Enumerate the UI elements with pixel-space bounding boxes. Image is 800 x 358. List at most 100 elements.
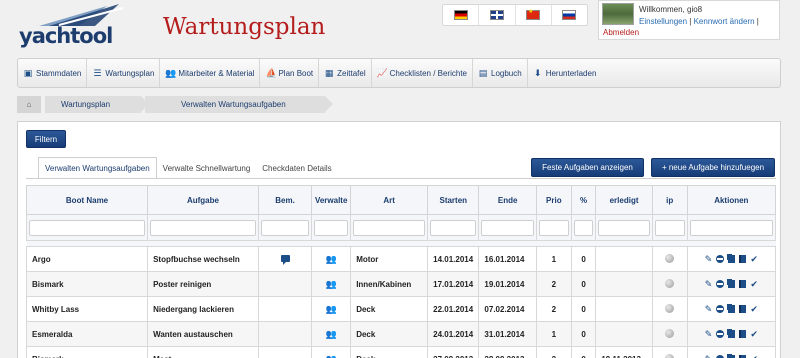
remark-cell (257, 346, 313, 358)
remark-cell (257, 246, 313, 272)
delete-icon[interactable] (716, 280, 725, 288)
manage-cell: 👥 (311, 321, 352, 347)
column-header[interactable]: Art (350, 185, 429, 215)
type-cell: Deck (350, 346, 429, 358)
filter-button[interactable]: Filtern (26, 130, 66, 148)
column-header[interactable]: Boot Name (25, 185, 149, 215)
language-de-button[interactable] (443, 5, 480, 25)
edit-icon[interactable]: ✎ (705, 329, 713, 340)
people-icon[interactable]: 👥 (326, 329, 337, 339)
logo-text: yachtool (19, 24, 113, 48)
filter-input[interactable] (689, 219, 773, 236)
notes-icon[interactable] (739, 305, 747, 313)
filter-input[interactable] (481, 219, 534, 236)
delete-icon[interactable] (716, 330, 725, 338)
comment-icon[interactable] (280, 254, 290, 265)
column-header[interactable]: Ende (478, 185, 537, 215)
tab-verwalte-schnellwartung[interactable]: Verwalte Schnellwartung (157, 157, 257, 179)
column-header[interactable]: Bem. (257, 185, 313, 215)
delete-icon[interactable] (716, 255, 725, 263)
filter-input[interactable] (598, 219, 650, 236)
end-date-cell: 16.01.2014 (478, 246, 537, 272)
table-row[interactable]: Argo Stopfbuchse wechseln 👥 Motor 14.01.2014… (25, 246, 777, 272)
nav-item-stammdaten[interactable]: ▣ Stammdaten (18, 59, 88, 87)
column-header[interactable]: % (570, 185, 597, 215)
remark-cell (257, 271, 313, 297)
check-icon[interactable]: ✔ (750, 354, 758, 358)
yachtool-logo[interactable]: yachtool (19, 4, 127, 48)
people-icon[interactable]: 👥 (326, 354, 337, 358)
type-cell: Motor (350, 246, 429, 272)
nav-label: Stammdaten (36, 68, 82, 78)
nav-item-logbuch[interactable]: ▤ Logbuch (473, 59, 528, 87)
notes-icon[interactable] (739, 330, 747, 338)
status-dot-icon[interactable] (665, 278, 675, 288)
copy-icon[interactable] (728, 255, 736, 263)
nav-item-herunterladen[interactable]: ⬇ Herunterladen (528, 59, 602, 87)
language-cn-button[interactable] (516, 5, 552, 25)
check-icon[interactable]: ✔ (750, 304, 758, 315)
add-task-button[interactable]: + neue Aufgabe hinzufuegen (651, 158, 775, 177)
filter-input[interactable] (314, 219, 349, 236)
nav-item-wartungsplan[interactable]: ☰ Wartungsplan (87, 59, 161, 87)
table-row[interactable]: BismarkMast 👥 Deck27.09.201328.09.20132019… (25, 346, 777, 358)
copy-icon[interactable] (728, 305, 736, 313)
home-icon[interactable]: ⌂ (17, 96, 41, 113)
status-dot-icon[interactable] (665, 353, 675, 358)
notes-icon[interactable] (739, 255, 747, 263)
change-password-link[interactable]: Kennwort ändern (694, 17, 755, 26)
show-fixed-tasks-button[interactable]: Feste Aufgaben anzeigen (531, 158, 644, 177)
check-icon[interactable]: ✔ (750, 329, 758, 340)
people-icon[interactable]: 👥 (326, 254, 337, 264)
status-dot-icon[interactable] (665, 253, 675, 263)
tab-bar: Verwalten Wartungsaufgaben Verwalte Schn… (38, 157, 338, 179)
language-gb-button[interactable] (479, 5, 516, 25)
people-icon[interactable]: 👥 (326, 279, 337, 289)
status-dot-icon[interactable] (665, 303, 675, 313)
filter-input[interactable] (538, 219, 569, 236)
column-header[interactable]: Starten (427, 185, 480, 215)
filter-input[interactable] (260, 219, 310, 236)
filter-input[interactable] (29, 219, 146, 236)
breadcrumb-wartungsplan[interactable]: Wartungsplan (45, 96, 149, 113)
column-header[interactable]: ip (651, 185, 688, 215)
tab-checkdaten-details[interactable]: Checkdaten Details (256, 157, 337, 179)
tab-verwalten-wartungsaufgaben[interactable]: Verwalten Wartungsaufgaben (38, 157, 157, 179)
edit-icon[interactable]: ✎ (705, 304, 713, 315)
logout-link[interactable]: Abmelden (603, 28, 639, 37)
copy-icon[interactable] (728, 330, 736, 338)
nav-item-zeittafel[interactable]: ▦ Zeittafel (319, 59, 372, 87)
filter-input[interactable] (353, 219, 426, 236)
nav-item-checklisten[interactable]: 📈 Checklisten / Berichte (372, 59, 473, 87)
edit-icon[interactable]: ✎ (705, 279, 713, 290)
settings-link[interactable]: Einstellungen (639, 17, 687, 26)
status-dot-icon[interactable] (665, 328, 675, 338)
nav-item-plan-boot[interactable]: ⛵ Plan Boot (260, 59, 320, 87)
edit-icon[interactable]: ✎ (705, 254, 713, 265)
notes-icon[interactable] (739, 280, 747, 288)
table-row[interactable]: Bismark Poster reinigen 👥 Innen/Kabinen 17.0… (25, 271, 777, 297)
delete-icon[interactable] (716, 305, 725, 313)
filter-input[interactable] (430, 219, 477, 236)
check-icon[interactable]: ✔ (750, 279, 758, 290)
download-icon: ⬇ (533, 67, 542, 78)
language-ru-button[interactable] (552, 5, 587, 25)
task-cell: Stopfbuchse wechseln (147, 246, 259, 272)
people-icon[interactable]: 👥 (326, 304, 337, 314)
column-header[interactable]: Verwalte (311, 185, 352, 215)
table-row[interactable]: Whitby Lass Niedergang lackieren 👥 Deck 22.0… (25, 296, 777, 322)
start-date-cell: 17.01.2014 (427, 271, 480, 297)
copy-icon[interactable] (728, 280, 736, 288)
nav-item-mitarbeiter[interactable]: 👥 Mitarbeiter & Material (160, 59, 261, 87)
filter-input[interactable] (654, 219, 685, 236)
end-date-cell: 31.01.2014 (478, 321, 537, 347)
filter-input[interactable] (150, 219, 256, 236)
check-icon[interactable]: ✔ (750, 254, 758, 265)
column-header[interactable]: Prio (535, 185, 572, 215)
task-cell: Niedergang lackieren (147, 296, 259, 322)
table-row[interactable]: Esmeralda Wanten austauschen 👥 Deck 24.01.20… (25, 321, 777, 347)
edit-icon[interactable]: ✎ (705, 354, 713, 358)
filter-input[interactable] (573, 219, 594, 236)
column-header[interactable]: erledigt (595, 185, 653, 215)
column-header[interactable]: Aufgabe (147, 185, 259, 215)
